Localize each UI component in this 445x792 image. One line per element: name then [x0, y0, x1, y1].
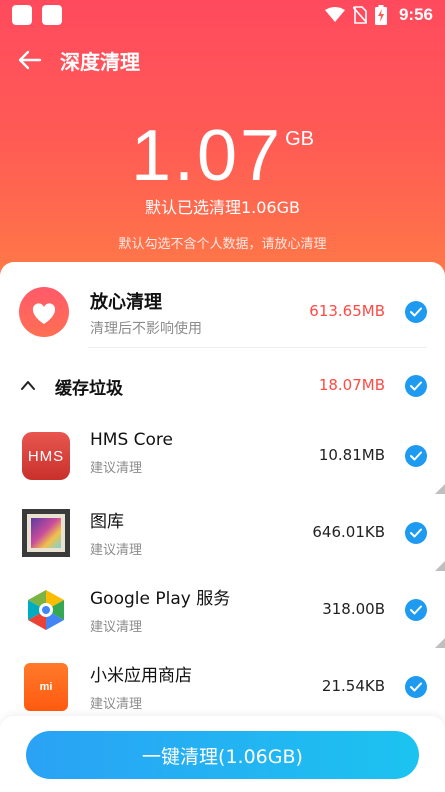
arrow-left-icon — [18, 50, 42, 70]
bottom-action-bar: 一键清理(1.06GB) — [0, 716, 445, 792]
one-click-clean-button[interactable]: 一键清理(1.06GB) — [26, 731, 419, 779]
battery-charging-icon — [374, 5, 387, 25]
cache-item-gallery[interactable]: 图库 建议清理 646.01KB — [0, 505, 445, 561]
mi-app-store-icon: mi — [24, 663, 68, 711]
safe-clean-title: 放心清理 — [90, 292, 162, 313]
cache-item-sub: 建议清理 — [90, 620, 143, 635]
scroll-corner — [435, 561, 445, 571]
cache-item-name: 图库 — [90, 512, 124, 532]
heart-icon — [19, 287, 69, 337]
google-play-services-icon — [28, 590, 64, 630]
check-icon — [410, 605, 422, 615]
cache-section-title: 缓存垃圾 — [55, 379, 123, 399]
notification-icon — [12, 5, 32, 25]
safe-clean-subtitle: 清理后不影响使用 — [90, 321, 202, 337]
safe-clean-size: 613.65MB — [309, 302, 385, 320]
back-button[interactable] — [8, 40, 52, 80]
check-icon — [410, 451, 422, 461]
check-icon — [410, 682, 422, 692]
clock: 9:56 — [398, 5, 433, 24]
cache-section-size: 18.07MB — [318, 376, 385, 394]
wifi-icon — [324, 7, 345, 22]
total-size: 1.07 GB — [0, 118, 445, 194]
clean-list-sheet: 放心清理 清理后不影响使用 613.65MB 缓存垃圾 18.07MB HMS … — [0, 262, 445, 792]
safe-clean-checkbox[interactable] — [405, 301, 427, 323]
cache-item-checkbox[interactable] — [405, 599, 427, 621]
cache-item-sub: 建议清理 — [90, 697, 143, 712]
check-icon — [410, 528, 422, 538]
cache-item-sub: 建议清理 — [90, 543, 143, 558]
cache-item-checkbox[interactable] — [405, 445, 427, 467]
no-sim-icon — [352, 6, 367, 24]
page-title: 深度清理 — [60, 49, 140, 74]
cache-item-mi-app-store[interactable]: mi 小米应用商店 建议清理 21.54KB — [0, 659, 445, 715]
status-bar: 9:56 — [0, 0, 445, 32]
cache-section-header[interactable]: 缓存垃圾 18.07MB — [0, 368, 445, 404]
check-icon — [410, 307, 422, 317]
scroll-corner — [435, 484, 445, 494]
chevron-up-icon[interactable] — [20, 379, 36, 391]
notification-icon — [42, 5, 62, 25]
safe-clean-row[interactable]: 放心清理 清理后不影响使用 613.65MB — [0, 284, 445, 340]
cache-section-checkbox[interactable] — [405, 375, 427, 397]
total-size-unit: GB — [285, 128, 315, 150]
cache-item-size: 10.81MB — [318, 446, 385, 464]
selected-size-text: 默认已选清理1.06GB — [144, 198, 300, 217]
scroll-corner — [435, 638, 445, 648]
total-size-value: 1.07 — [130, 116, 284, 196]
cache-item-size: 21.54KB — [321, 677, 385, 695]
cache-item-checkbox[interactable] — [405, 522, 427, 544]
cache-item-checkbox[interactable] — [405, 676, 427, 698]
mi-icon-label: mi — [39, 681, 53, 693]
gallery-icon — [22, 509, 70, 557]
cache-item-size: 318.00B — [322, 600, 385, 618]
hms-icon-label: HMS — [27, 447, 65, 465]
cache-item-hms-core[interactable]: HMS HMS Core 建议清理 10.81MB — [0, 428, 445, 484]
divider — [88, 347, 427, 348]
hms-core-icon: HMS — [22, 432, 70, 480]
cache-item-google-play-services[interactable]: Google Play 服务 建议清理 318.00B — [0, 582, 445, 638]
check-icon — [410, 381, 422, 391]
cache-item-name: HMS Core — [90, 430, 173, 450]
hint-text: 默认勾选不含个人数据，请放心清理 — [118, 237, 327, 252]
cache-item-name: Google Play 服务 — [90, 589, 231, 609]
cache-item-sub: 建议清理 — [90, 461, 143, 476]
cache-item-name: 小米应用商店 — [90, 666, 192, 686]
top-bar: 深度清理 — [0, 40, 445, 80]
cache-item-size: 646.01KB — [312, 523, 385, 541]
